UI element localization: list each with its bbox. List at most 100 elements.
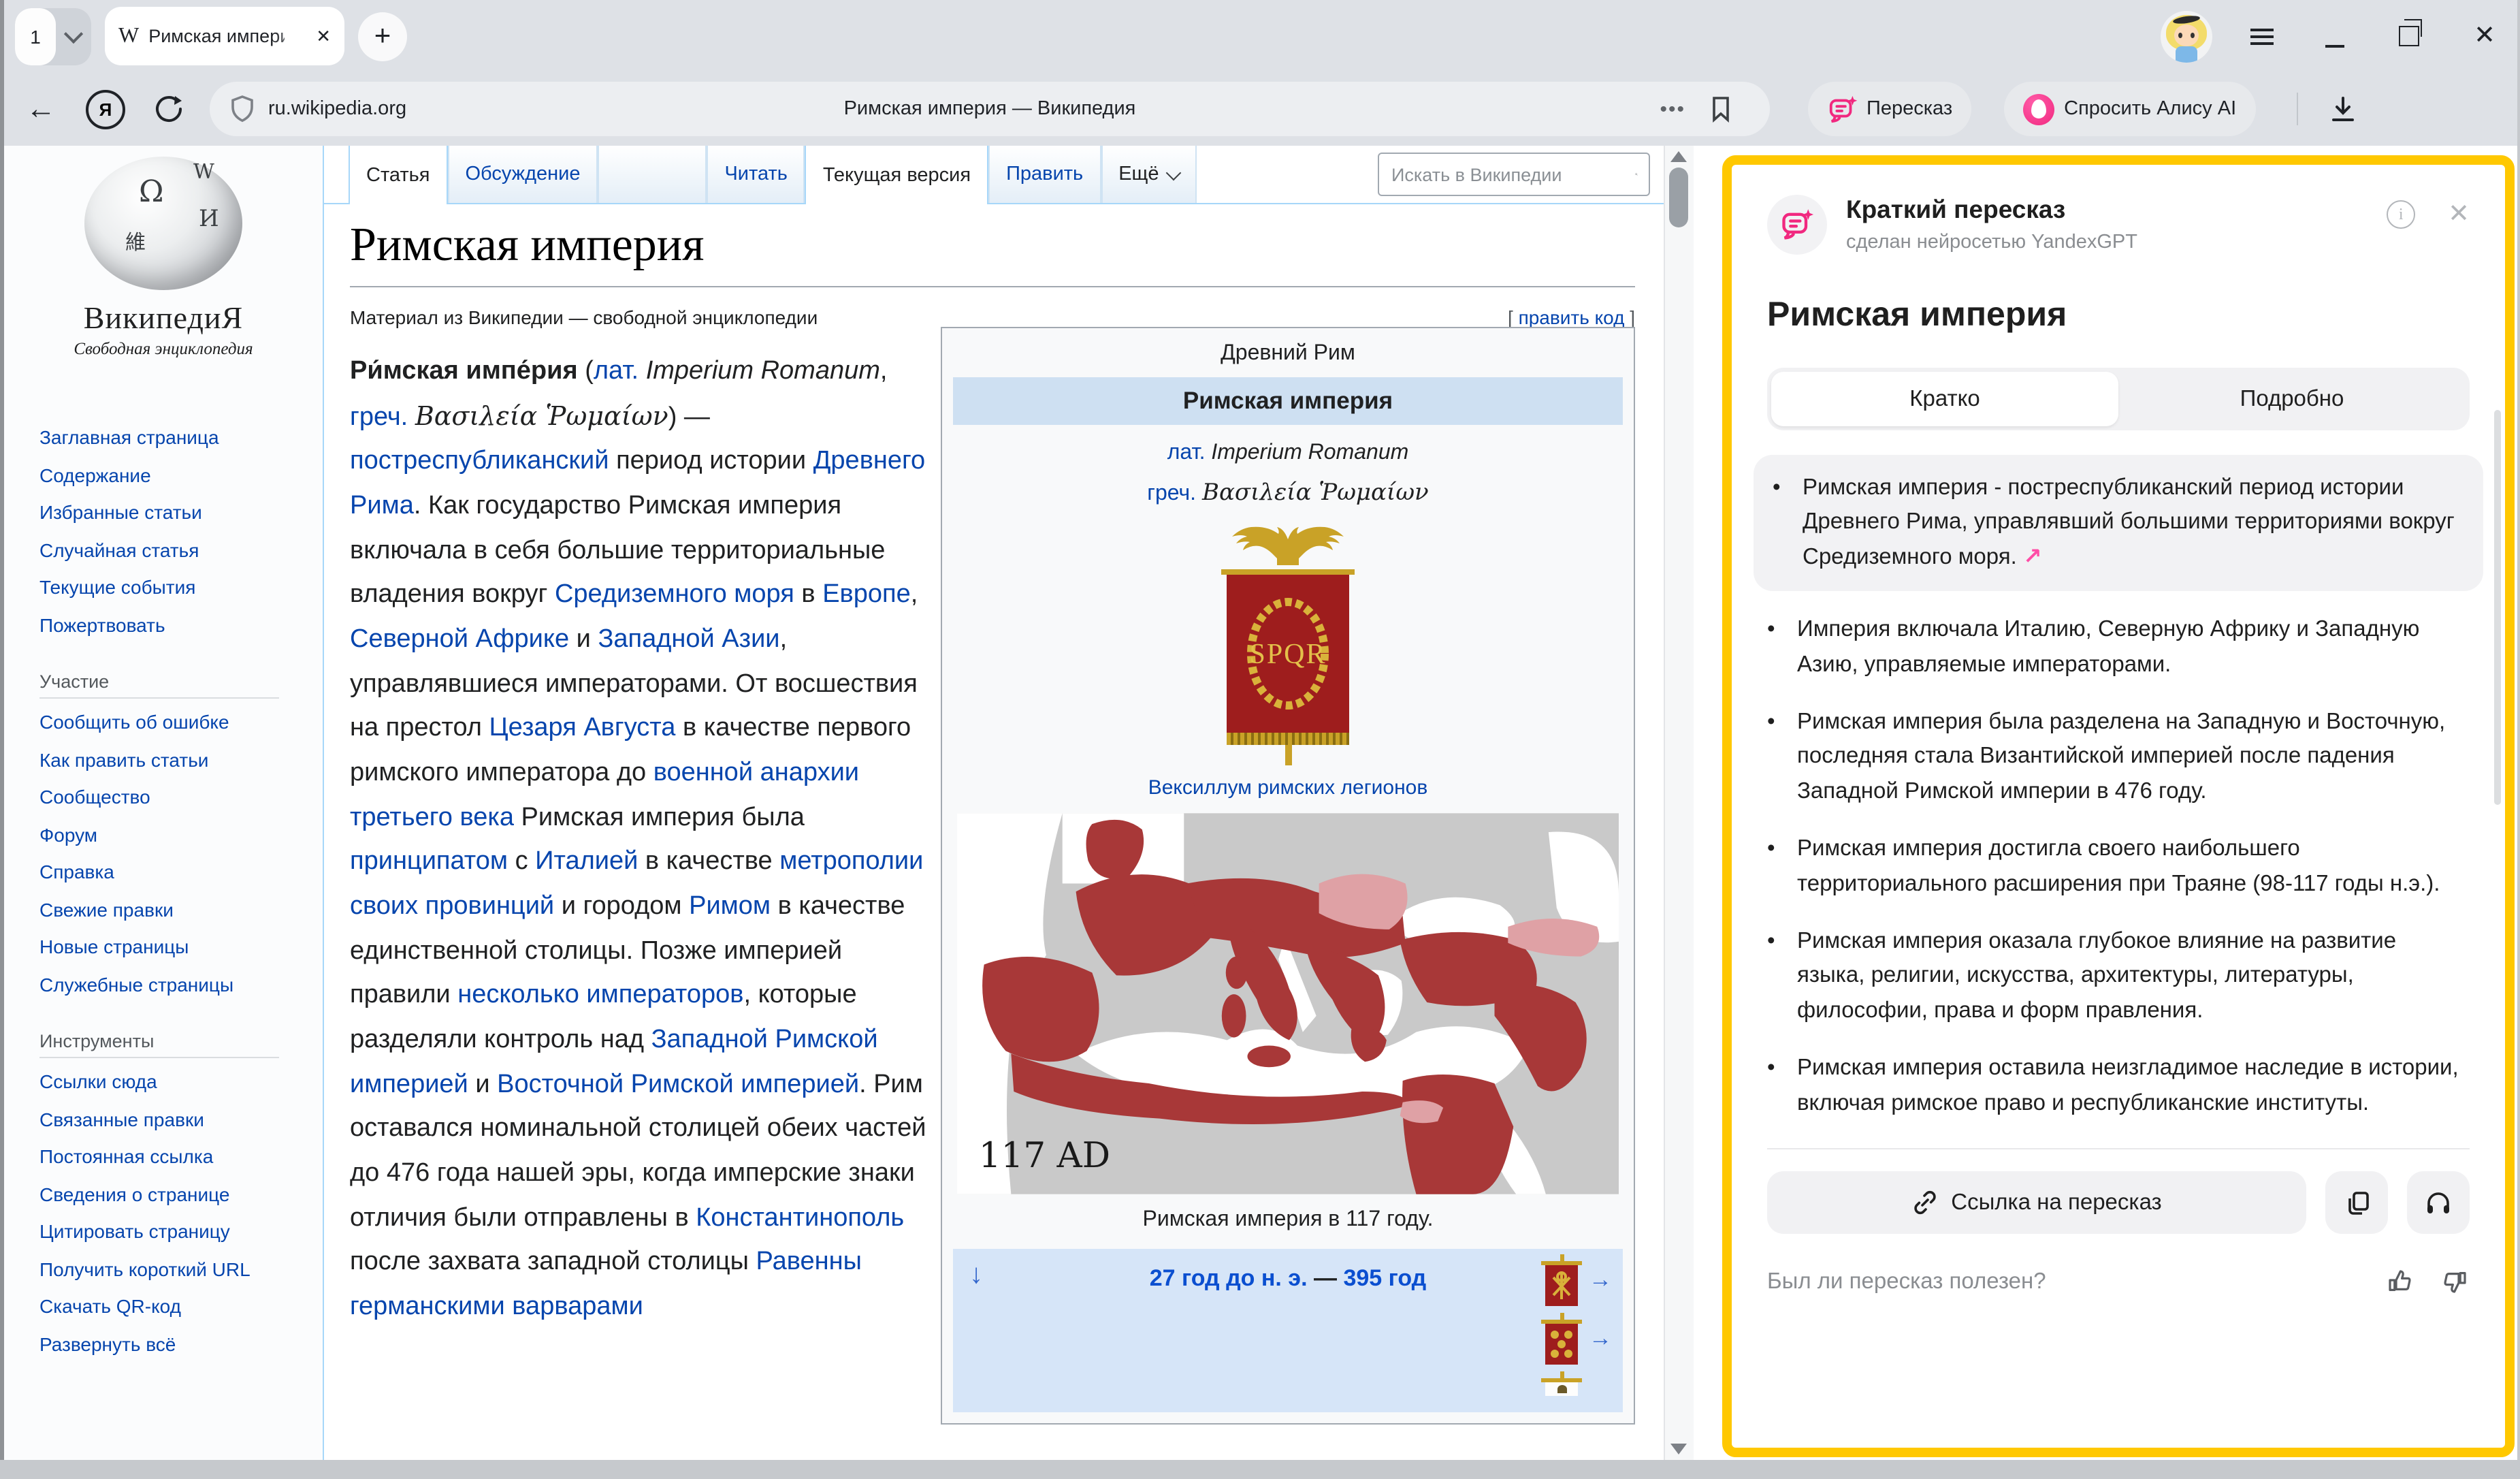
successor-arrow-icon[interactable]: → [1589,1267,1612,1294]
wiki-link[interactable]: несколько императоров [457,981,743,1010]
tab-edit[interactable]: Править [988,146,1101,203]
wiki-link[interactable]: Римом [689,892,771,921]
url-field[interactable]: ru.wikipedia.org Римская империя — Викип… [210,82,1770,136]
sidebar-link[interactable]: Как править статьи [39,742,287,779]
wiki-link[interactable]: Равенны [756,1248,862,1277]
close-panel-icon[interactable]: ✕ [2448,202,2470,227]
scrollbar-thumb[interactable] [1669,168,1688,227]
timeline-range-link[interactable]: 27 год до н. э. — 395 год [953,1265,1623,1292]
wiki-link[interactable]: Северной Африке [350,625,569,654]
sidebar-link[interactable]: Содержание [39,457,287,494]
wiki-link[interactable]: Средиземного моря [555,581,794,609]
white-flag-partial[interactable] [1541,1371,1582,1396]
edit-code-label[interactable]: править код [1519,306,1625,328]
highlighted-bullet[interactable]: Римская империя - постреспубликанский пе… [1754,455,2483,591]
tab-article[interactable]: Статья [349,146,448,204]
successor-arrow-icon[interactable]: → [1589,1325,1612,1352]
profile-avatar[interactable] [2161,10,2212,62]
wiki-link[interactable]: Цезаря Августа [489,714,676,743]
yandex-home-icon[interactable]: Я [86,89,125,129]
extensions-dots-icon[interactable]: ••• [1660,97,1685,121]
sidebar-link[interactable]: Получить короткий URL [39,1251,287,1288]
wiki-link[interactable]: лат. [594,357,639,385]
sidebar-link[interactable]: Пожертвовать [39,607,287,644]
tab-more[interactable]: Ещё [1101,146,1197,203]
tab-detailed[interactable]: Подробно [2118,372,2466,426]
page-scrollbar[interactable] [1664,146,1694,1460]
sidebar-link[interactable]: Скачать QR-код [39,1288,287,1326]
thumbs-up-icon[interactable] [2385,1267,2415,1297]
sidebar-link[interactable]: Справка [39,854,287,891]
sidebar-link[interactable]: Сообщество [39,779,287,816]
sidebar-link[interactable]: Развернуть всё [39,1326,287,1363]
sidebar-link[interactable]: Сообщить об ошибке [39,704,287,742]
scroll-down-icon[interactable] [1670,1444,1687,1454]
sidebar-link[interactable]: Постоянная ссылка [39,1139,287,1176]
search-icon[interactable] [1635,161,1638,188]
latin-label-link[interactable]: лат. [1167,441,1206,464]
restore-window-icon[interactable] [2399,26,2419,46]
labarum-flag[interactable] [1541,1254,1582,1306]
tab-brief[interactable]: Кратко [1771,372,2118,426]
source-arrow-icon[interactable]: ↗ [2023,545,2042,569]
sidebar-link[interactable]: Новые страницы [39,929,287,966]
wiki-link[interactable]: Италией [535,848,638,876]
tab-current-version[interactable]: Текущая версия [805,146,988,204]
wiki-link[interactable]: постреспубликанский [350,447,609,476]
greek-label-link[interactable]: греч. [1147,482,1196,505]
sidebar-link[interactable]: Случайная статья [39,532,287,569]
wiki-link[interactable]: Западной Азии [598,625,779,654]
dotted-flag[interactable] [1541,1313,1582,1365]
tab-close-icon[interactable]: ✕ [316,25,331,47]
refresh-icon[interactable] [152,93,185,125]
wikipedia-wordmark[interactable]: ВикипедиЯ [4,301,323,336]
sidebar-link[interactable]: Свежие правки [39,891,287,929]
wiki-link[interactable]: Европе [822,581,911,609]
tab-talk[interactable]: Обсуждение [448,146,598,203]
edit-code-link[interactable]: [ править код ] [1508,306,1635,328]
browser-menu-icon[interactable] [2250,28,2274,44]
tab-counter[interactable]: 1 [15,7,91,65]
wiki-search-box[interactable] [1378,153,1650,196]
bookmark-icon[interactable] [1710,95,1732,123]
wiki-link[interactable]: третьего века [350,803,514,831]
close-window-icon[interactable]: ✕ [2474,23,2495,49]
scroll-up-icon[interactable] [1670,151,1687,162]
back-icon[interactable]: ← [26,91,67,127]
sidebar-link[interactable]: Сведения о странице [39,1176,287,1213]
listen-summary-button[interactable] [2407,1171,2470,1234]
wiki-link[interactable]: военной анархии [653,759,859,787]
sidebar-link[interactable]: Цитировать страницу [39,1213,287,1251]
sidebar-link[interactable]: Текущие события [39,569,287,607]
sidebar-link[interactable]: Служебные страницы [39,966,287,1004]
downloads-icon[interactable] [2327,94,2357,124]
vexillum-image[interactable]: SPQR [1206,523,1370,765]
panel-scrollbar-thumb[interactable] [2494,410,2501,805]
sidebar-link[interactable]: Избранные статьи [39,494,287,532]
tab-read[interactable]: Читать [707,146,805,203]
sidebar-link[interactable]: Связанные правки [39,1101,287,1139]
retell-button[interactable]: Пересказ [1808,82,1971,136]
empire-map-image[interactable]: 117 AD [957,813,1619,1194]
new-tab-button[interactable]: + [358,12,407,61]
sidebar-link[interactable]: Форум [39,816,287,854]
sidebar-link[interactable]: Заглавная страница [39,419,287,457]
wiki-link[interactable]: греч. [350,402,408,431]
sidebar-link[interactable]: Ссылки сюда [39,1064,287,1101]
copy-summary-button[interactable] [2325,1171,2388,1234]
timeline-down-arrow-icon[interactable]: ↓ [969,1260,983,1291]
wikipedia-globe-logo[interactable]: Ω W И 維 [84,157,242,290]
info-icon[interactable]: i [2387,200,2415,229]
tab-list-chevron-icon[interactable] [56,7,91,65]
thumbs-down-icon[interactable] [2440,1267,2470,1297]
wiki-link[interactable]: Восточной Римской империей [497,1070,859,1099]
browser-tab[interactable]: W Римская империя — В ✕ [105,7,344,65]
wiki-link[interactable]: Константинополь [696,1204,904,1232]
vexillum-caption[interactable]: Вексиллум римских легионов [953,776,1623,799]
minimize-icon[interactable] [2325,44,2344,47]
wiki-link[interactable]: германскими варварами [350,1292,643,1321]
tab-count-badge[interactable]: 1 [15,7,56,65]
summary-link-button[interactable]: Ссылка на пересказ [1767,1171,2306,1234]
wiki-search-input[interactable] [1379,163,1635,186]
wiki-link[interactable]: принципатом [350,848,508,876]
